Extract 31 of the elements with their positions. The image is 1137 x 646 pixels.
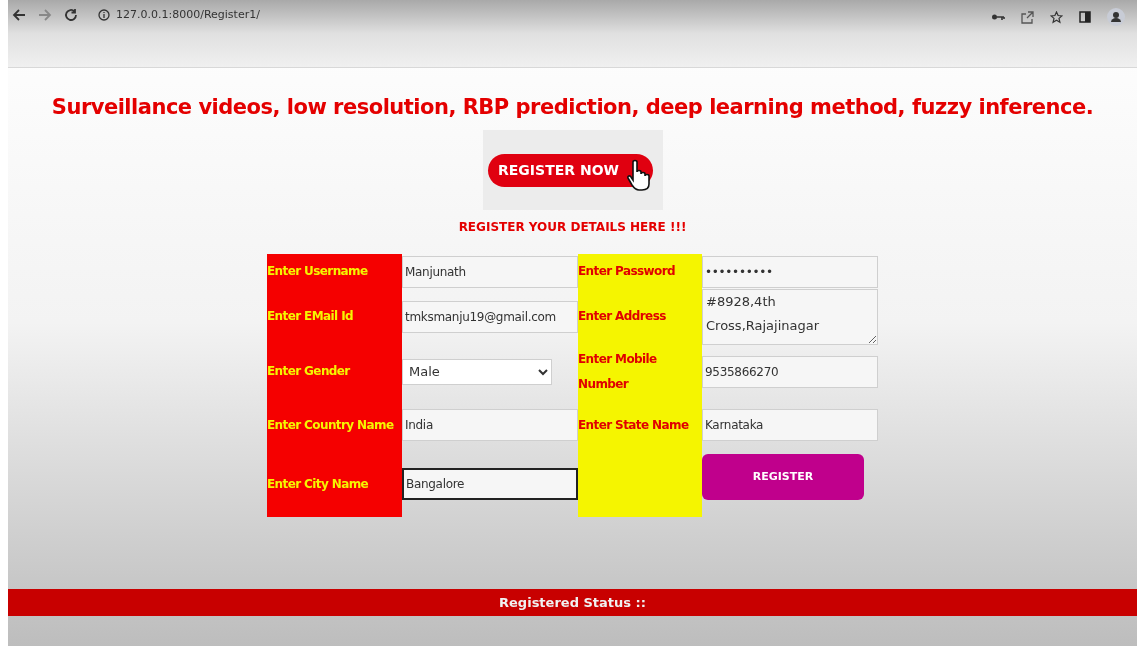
field-label: Enter State Name (578, 416, 689, 434)
sidebar-icon[interactable] (1079, 11, 1091, 23)
field-label: Enter Password (578, 263, 675, 280)
input-field[interactable]: •••••••••• (702, 255, 878, 288)
share-icon[interactable] (1021, 10, 1034, 24)
form-subtitle: REGISTER YOUR DETAILS HERE !!! (458, 219, 687, 236)
profile-icon[interactable] (1107, 8, 1125, 26)
field-label: Enter Mobile Number (578, 350, 658, 393)
status-bar: Registered Status :: (8, 589, 1137, 616)
address-field[interactable]: #8928,4th Cross,Rajajinagar (702, 288, 878, 345)
reload-icon[interactable] (64, 8, 78, 22)
field-label: Enter Username (267, 263, 368, 280)
page-heading: Surveillance videos, low resolution, RBP prediction, deep learning method, fuzzy inference. (51, 94, 1094, 120)
input-field[interactable]: Karnataka (702, 409, 878, 441)
input-field[interactable]: 9535866270 (702, 355, 878, 388)
key-icon[interactable] (991, 12, 1005, 22)
field-label: Enter Gender (267, 363, 350, 380)
field-label: Enter Country Name (267, 416, 394, 434)
star-icon[interactable] (1050, 10, 1063, 24)
register-button[interactable]: REGISTER (702, 454, 864, 500)
gender-dropdown[interactable]: Male (402, 358, 552, 385)
field-label: Enter Address (578, 308, 666, 325)
input-field[interactable]: tmksmanju19@gmail.com (402, 300, 578, 333)
input-field[interactable]: Bangalore (402, 468, 578, 500)
back-icon[interactable] (12, 8, 26, 22)
field-label: Enter City Name (267, 475, 369, 493)
info-icon[interactable] (98, 9, 110, 21)
address-bar-url[interactable]: 127.0.0.1:8000/Register1/ (116, 8, 260, 22)
field-label: Enter EMail Id (267, 308, 353, 325)
input-field[interactable]: India (402, 409, 578, 441)
input-field[interactable]: Manjunath (402, 255, 578, 288)
